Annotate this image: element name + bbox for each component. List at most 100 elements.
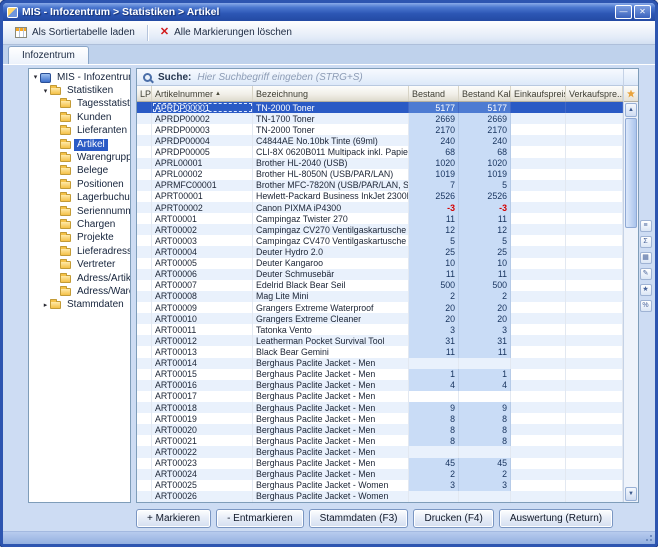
tree-collapsed-icon[interactable]: ▸	[41, 301, 50, 310]
table-row[interactable]: ART00025Berghaus Paclite Jacket - Women3…	[137, 480, 623, 491]
table-row[interactable]: ART00020Berghaus Paclite Jacket - Men88	[137, 424, 623, 435]
tree-item-lagerbuchungen[interactable]: Lagerbuchungen	[29, 192, 130, 205]
favorite-icon[interactable]: ★	[640, 284, 652, 296]
scrollbar-thumb[interactable]	[625, 118, 637, 228]
table-row[interactable]: ART00008Mag Lite Mini22	[137, 291, 623, 302]
cell-bestand: 10	[409, 258, 459, 269]
entmarkieren-button[interactable]: - Entmarkieren	[216, 509, 304, 528]
close-button[interactable]: ✕	[634, 5, 651, 19]
tree-item-artikel[interactable]: Artikel	[29, 138, 130, 151]
auswertung-return-button[interactable]: Auswertung (Return)	[499, 509, 613, 528]
table-row[interactable]: APRT00002Canon PIXMA iP4300-3-3	[137, 202, 623, 213]
cell-einkaufspreis	[511, 246, 566, 257]
table-row[interactable]: ART00024Berghaus Paclite Jacket - Men22	[137, 469, 623, 480]
table-row[interactable]: APRDP00005CLI-8X 0620B011 Multipack inkl…	[137, 146, 623, 157]
tree-item-adress-artikel[interactable]: Adress/Artikel	[29, 272, 130, 285]
table-row[interactable]: ART00026Berghaus Paclite Jacket - Women	[137, 491, 623, 502]
table-row[interactable]: ART00022Berghaus Paclite Jacket - Men	[137, 446, 623, 457]
table-row[interactable]: ART00004Deuter Hydro 2.02525	[137, 246, 623, 257]
column-header-bestand[interactable]: Bestand	[409, 86, 459, 101]
tree-item-projekte[interactable]: Projekte	[29, 232, 130, 245]
tree-item-mis-infozentrum[interactable]: ▾MIS - Infozentrum	[29, 71, 130, 84]
column-header-artikelnummer[interactable]: Artikelnummer▲	[152, 86, 253, 101]
tree-expanded-icon[interactable]: ▾	[31, 73, 40, 82]
cell-verkaufspreis	[566, 224, 623, 235]
table-row[interactable]: APRDP00004C4844AE No.10bk Tinte (69ml)24…	[137, 135, 623, 146]
tree-item-label: Tagesstatistik	[74, 98, 130, 110]
tree-expanded-icon[interactable]: ▾	[41, 87, 50, 96]
table-row[interactable]: APRDP00002TN-1700 Toner26692669	[137, 113, 623, 124]
drucken-f4-button[interactable]: Drucken (F4)	[413, 509, 493, 528]
grid-icon[interactable]: ▦	[640, 252, 652, 264]
table-row[interactable]: APRMFC00001Brother MFC-7820N (USB/PAR/LA…	[137, 180, 623, 191]
minimize-button[interactable]: —	[615, 5, 632, 19]
sum-icon[interactable]: Σ	[640, 236, 652, 248]
search-input[interactable]	[197, 72, 617, 83]
tree-item-lieferadressen[interactable]: Lieferadressen	[29, 245, 130, 258]
tree-item-stammdaten[interactable]: ▸Stammdaten	[29, 299, 130, 312]
table-row[interactable]: ART00023Berghaus Paclite Jacket - Men454…	[137, 458, 623, 469]
tree-item-positionen[interactable]: Positionen	[29, 178, 130, 191]
tree-item-lieferanten[interactable]: Lieferanten	[29, 125, 130, 138]
table-row[interactable]: ART00007Edelrid Black Bear Seil500500	[137, 280, 623, 291]
list-icon[interactable]: ≡	[640, 220, 652, 232]
table-row[interactable]: ART00019Berghaus Paclite Jacket - Men88	[137, 413, 623, 424]
table-row[interactable]: ART00021Berghaus Paclite Jacket - Men88	[137, 435, 623, 446]
table-row[interactable]: ART00006Deuter Schmusebär1111	[137, 269, 623, 280]
stammdaten-f3-button[interactable]: Stammdaten (F3)	[309, 509, 409, 528]
table-row[interactable]: APRL00002Brother HL-8050N (USB/PAR/LAN)1…	[137, 169, 623, 180]
table-row[interactable]: APRDP00001TN-2000 Toner51775177	[137, 102, 623, 113]
cell-bestand: 2669	[409, 113, 459, 124]
scroll-down-icon[interactable]: ▼	[625, 487, 637, 501]
table-row[interactable]: ART00002Campingaz CV270 Ventilgaskartusc…	[137, 224, 623, 235]
table-row[interactable]: ART00005Deuter Kangaroo1010	[137, 258, 623, 269]
table-row[interactable]: ART00003Campingaz CV470 Ventilgaskartusc…	[137, 235, 623, 246]
column-header-bezeichnung[interactable]: Bezeichnung	[253, 86, 409, 101]
tree-item-adress-warengruppen[interactable]: Adress/Warengruppen	[29, 285, 130, 298]
table-row[interactable]: ART00018Berghaus Paclite Jacket - Men99	[137, 402, 623, 413]
cell-bezeichnung: Berghaus Paclite Jacket - Men	[253, 469, 409, 480]
column-header-verkaufspreis[interactable]: Verkaufspre...	[566, 86, 623, 101]
table-row[interactable]: ART00012Leatherman Pocket Survival Tool3…	[137, 335, 623, 346]
cell-einkaufspreis	[511, 358, 566, 369]
column-header-bestand_kalk[interactable]: Bestand Kalk...	[459, 86, 511, 101]
scrollbar-track[interactable]	[625, 118, 637, 486]
table-row[interactable]: ART00015Berghaus Paclite Jacket - Men11	[137, 369, 623, 380]
cell-einkaufspreis	[511, 424, 566, 435]
markieren-button[interactable]: + Markieren	[136, 509, 211, 528]
cell-verkaufspreis	[566, 435, 623, 446]
tree-item-seriennummern[interactable]: Seriennummern	[29, 205, 130, 218]
table-row[interactable]: APRDP00003TN-2000 Toner21702170	[137, 124, 623, 135]
tree-item-belege[interactable]: Belege	[29, 165, 130, 178]
table-row[interactable]: APRT00001Hewlett-Packard Business InkJet…	[137, 191, 623, 202]
cell-artikelnummer: ART00007	[152, 280, 253, 291]
table-row[interactable]: ART00013Black Bear Gemini1111	[137, 346, 623, 357]
column-header-lp[interactable]: LP	[137, 86, 152, 101]
tree-item-warengruppen[interactable]: Warengruppen	[29, 151, 130, 164]
edit-icon[interactable]: ✎	[640, 268, 652, 280]
column-header-einkaufspreis[interactable]: Einkaufspreis...	[511, 86, 566, 101]
load-sort-table-button[interactable]: Als Sortiertabelle laden	[9, 25, 141, 40]
table-row[interactable]: ART00016Berghaus Paclite Jacket - Men44	[137, 380, 623, 391]
table-row[interactable]: ART00001Campingaz Twister 2701111	[137, 213, 623, 224]
tree-item-vertreter[interactable]: Vertreter	[29, 258, 130, 271]
scroll-up-icon[interactable]: ▲	[625, 103, 637, 117]
table-row[interactable]: APRL00001Brother HL-2040 (USB)10201020	[137, 158, 623, 169]
vertical-scrollbar[interactable]: ▲ ▼	[623, 69, 638, 502]
tab-infozentrum[interactable]: Infozentrum	[8, 46, 89, 64]
folder-icon	[60, 154, 71, 162]
percent-icon[interactable]: %	[640, 300, 652, 312]
resize-grip-icon[interactable]	[650, 539, 652, 541]
table-row[interactable]: ART00014Berghaus Paclite Jacket - Men	[137, 358, 623, 369]
tree-item-kunden[interactable]: Kunden	[29, 111, 130, 124]
table-row[interactable]: ART00010Grangers Extreme Cleaner2020	[137, 313, 623, 324]
tree-item-chargen[interactable]: Chargen	[29, 218, 130, 231]
clear-marks-button[interactable]: ✕ Alle Markierungen löschen	[154, 25, 298, 40]
table-row[interactable]: ART00017Berghaus Paclite Jacket - Men	[137, 391, 623, 402]
tree-item-tagesstatistik[interactable]: Tagesstatistik	[29, 98, 130, 111]
column-chooser-button[interactable]	[624, 86, 638, 102]
tree-item-statistiken[interactable]: ▾Statistiken	[29, 84, 130, 97]
cell-lp	[137, 491, 152, 502]
table-row[interactable]: ART00009Grangers Extreme Waterproof2020	[137, 302, 623, 313]
table-row[interactable]: ART00011Tatonka Vento33	[137, 324, 623, 335]
